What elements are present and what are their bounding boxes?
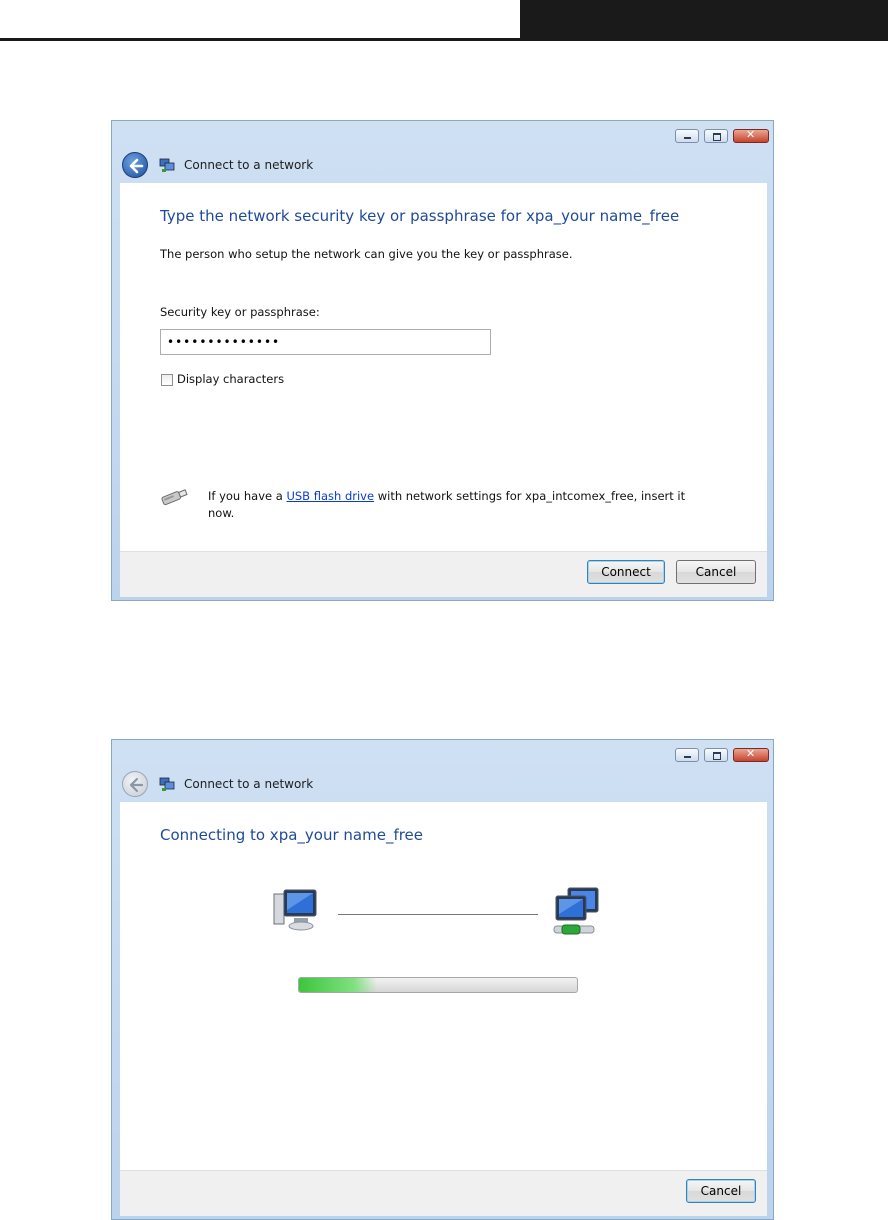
connection-line (338, 914, 538, 915)
maximize-icon (705, 130, 727, 142)
usb-flash-drive-link[interactable]: USB flash drive (286, 489, 374, 503)
cancel-button[interactable]: Cancel (676, 560, 756, 584)
close-icon (734, 747, 768, 761)
back-button-disabled (122, 771, 148, 797)
connect-button[interactable]: Connect (587, 560, 665, 584)
usb-drive-icon (161, 489, 188, 506)
cancel-button[interactable]: Cancel (686, 1179, 756, 1203)
security-key-input[interactable]: •••••••••••••• (160, 329, 491, 355)
connection-progress-bar (298, 977, 578, 993)
usb-text-before: If you have a (208, 489, 287, 503)
dialog-footer: Cancel (120, 1170, 767, 1216)
minimize-button[interactable] (675, 748, 699, 762)
network-computers-icon (553, 887, 599, 935)
usb-hint-text: If you have a USB flash drive with netwo… (208, 488, 688, 522)
network-icon (159, 777, 175, 791)
close-icon (734, 128, 768, 142)
computer-icon (273, 889, 317, 931)
dialog-footer: Connect Cancel (120, 551, 767, 597)
dialog-heading: Type the network security key or passphr… (160, 207, 680, 225)
network-icon (159, 158, 175, 172)
connect-network-window-key: Connect to a network Type the network se… (111, 120, 774, 601)
window-title: Connect to a network (184, 777, 314, 791)
maximize-button[interactable] (704, 129, 728, 143)
usb-text-line2: now. (208, 506, 235, 520)
back-arrow-icon (129, 777, 144, 793)
close-button[interactable] (733, 747, 769, 762)
header-block (520, 0, 888, 41)
minimize-icon (676, 130, 698, 142)
dialog-content: Type the network security key or passphr… (120, 183, 767, 551)
minimize-icon (676, 749, 698, 761)
display-characters-label[interactable]: Display characters (177, 372, 284, 386)
security-key-value: •••••••••••••• (167, 335, 281, 349)
maximize-button[interactable] (704, 748, 728, 762)
usb-text-after: with network settings for xpa_intcomex_f… (374, 489, 686, 503)
minimize-button[interactable] (675, 129, 699, 143)
description-text: The person who setup the network can giv… (160, 247, 573, 261)
maximize-icon (705, 749, 727, 761)
dialog-heading: Connecting to xpa_your name_free (160, 826, 424, 844)
progress-fill (299, 978, 377, 992)
display-characters-checkbox[interactable] (161, 374, 173, 386)
back-button[interactable] (122, 152, 148, 178)
back-arrow-icon (129, 158, 144, 174)
connect-network-window-progress: Connect to a network Connecting to xpa_y… (111, 739, 774, 1220)
dialog-content: Connecting to xpa_your name_free (120, 802, 767, 1170)
close-button[interactable] (733, 128, 769, 143)
window-title: Connect to a network (184, 158, 314, 172)
security-key-label: Security key or passphrase: (160, 305, 320, 319)
